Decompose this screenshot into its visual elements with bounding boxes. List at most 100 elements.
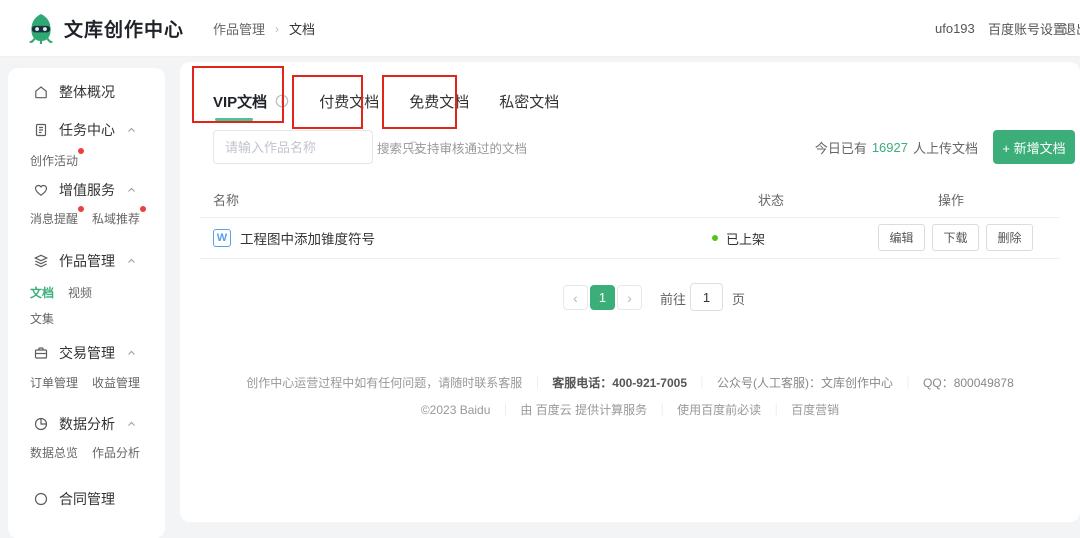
footer-wechat: 公众号(人工客服)：文库创作中心 (717, 376, 893, 390)
sidebar-label: 任务中心 (59, 120, 115, 140)
sidebar-item-task-center[interactable]: 任务中心 (8, 116, 165, 144)
chevron-up-icon[interactable] (126, 185, 137, 195)
sidebar-item-documents-active[interactable]: 文档 (30, 284, 54, 301)
sidebar-item-message-reminder[interactable]: 消息提醒 (30, 210, 78, 227)
chevron-up-icon[interactable] (126, 419, 137, 429)
new-document-button[interactable]: + 新增文档 (993, 130, 1075, 164)
footer-cloud-service: 由 百度云 提供计算服务 (520, 403, 647, 417)
logout-link[interactable]: 退出 (1063, 0, 1080, 57)
goto-page-suffix: 页 (732, 289, 745, 308)
word-doc-icon: W (213, 229, 231, 247)
status-dot-icon (712, 235, 718, 241)
sidebar-item-data-overview[interactable]: 数据总览 (30, 444, 78, 461)
sidebar-item-contract-management[interactable]: 合同管理 (8, 485, 165, 513)
footer-phone: 客服电话：400-921-7005 (552, 376, 687, 390)
sidebar-label: 交易管理 (59, 343, 115, 363)
footer-separator: ｜ (696, 376, 708, 390)
edit-button[interactable]: 编辑 (878, 224, 925, 251)
footer-support-line: 创作中心运营过程中如有任何问题，请随时联系客服 ｜ 客服电话：400-921-700… (180, 374, 1080, 391)
sidebar-item-works-analysis[interactable]: 作品分析 (92, 444, 140, 461)
search-hint-text: 搜索只支持审核通过的文档 (377, 130, 527, 164)
mascot-icon (27, 12, 55, 44)
goto-page-label: 前往 (660, 289, 686, 308)
annotation-box-free-tab (382, 75, 457, 129)
tab-private-documents[interactable]: 私密文档 (499, 91, 559, 112)
account-settings-link[interactable]: 百度账号设置 (988, 0, 1066, 57)
sidebar-item-private-domain[interactable]: 私域推荐 (92, 210, 140, 227)
sidebar-label: 合同管理 (59, 489, 115, 509)
sidebar-label: 数据分析 (59, 414, 115, 434)
sidebar-subgroup-works-2: 文集 (8, 306, 165, 330)
pagination: ‹ 1 › 前往 页 (180, 285, 1080, 311)
footer-separator: ｜ (656, 403, 668, 417)
sidebar-item-overview[interactable]: 整体概况 (8, 78, 165, 106)
sidebar-subgroup-task: 创作活动 (8, 148, 165, 172)
upload-stat-prefix: 今日已有 (815, 138, 867, 157)
app-title: 文库创作中心 (64, 15, 184, 42)
chevron-up-icon[interactable] (126, 125, 137, 135)
upload-count: 16927 (872, 140, 908, 155)
username[interactable]: ufo193 (935, 0, 975, 57)
chevron-up-icon[interactable] (126, 348, 137, 358)
next-page-button[interactable]: › (617, 285, 642, 310)
sidebar-item-works-management[interactable]: 作品管理 (8, 247, 165, 275)
breadcrumb: 作品管理 › 文档 (213, 0, 315, 57)
annotation-box-paid-tab (292, 75, 363, 129)
footer-copyright: ©2023 Baidu (421, 403, 491, 417)
table-divider (200, 258, 1060, 259)
new-badge-dot (140, 206, 146, 212)
delete-button[interactable]: 删除 (986, 224, 1033, 251)
sidebar-item-revenue-management[interactable]: 收益管理 (92, 374, 140, 391)
page-1-button[interactable]: 1 (590, 285, 615, 310)
footer-separator: ｜ (770, 403, 782, 417)
footer-separator: ｜ (531, 376, 543, 390)
sidebar-subgroup-transactions: 订单管理 收益管理 (8, 370, 165, 394)
sidebar-item-collections[interactable]: 文集 (30, 310, 54, 327)
breadcrumb-documents: 文档 (289, 19, 315, 38)
document-title-link[interactable]: 工程图中添加锥度符号 (240, 218, 375, 258)
top-header: 文库创作中心 作品管理 › 文档 ufo193 百度账号设置 退出 (0, 0, 1080, 57)
footer-copyright-line: ©2023 Baidu ｜ 由 百度云 提供计算服务 ｜ 使用百度前必读 ｜ 百度营销 (180, 401, 1080, 418)
sidebar-item-creation-activity[interactable]: 创作活动 (30, 152, 78, 169)
breadcrumb-works-management[interactable]: 作品管理 (213, 19, 265, 38)
upload-stat: 今日已有 16927 人上传文档 (815, 130, 978, 164)
download-button[interactable]: 下载 (932, 224, 979, 251)
sidebar-subgroup-analysis: 数据总览 作品分析 (8, 440, 165, 464)
prev-page-button[interactable]: ‹ (563, 285, 588, 310)
briefcase-icon (33, 345, 49, 361)
sidebar-subgroup-works: 文档 视频 (8, 280, 165, 304)
upload-stat-suffix: 人上传文档 (913, 138, 978, 157)
annotation-box-vip-tab (192, 66, 284, 123)
footer-separator: ｜ (499, 403, 511, 417)
contract-icon (33, 491, 49, 507)
home-icon (33, 84, 49, 100)
footer-marketing-link[interactable]: 百度营销 (791, 403, 839, 417)
app-logo[interactable]: 文库创作中心 (27, 12, 184, 44)
footer-separator: ｜ (902, 376, 914, 390)
column-header-status: 状态 (758, 190, 784, 209)
breadcrumb-separator-icon: › (275, 22, 279, 36)
sidebar-subgroup-services: 消息提醒 私域推荐 (8, 206, 165, 230)
sidebar: 整体概况 任务中心 创作活动 增值服务 消息提醒 私域推荐 (8, 68, 165, 538)
layers-icon (33, 253, 49, 269)
wenku-creation-center-page: { "colors": { "accent_green": "#3cae79",… (0, 0, 1080, 499)
sidebar-item-videos[interactable]: 视频 (68, 284, 92, 301)
sidebar-label: 整体概况 (59, 82, 115, 102)
main-content-panel: VIP文档 付费文档 免费文档 私密文档 搜索只支持审核通过的文档 今日已有 1… (180, 62, 1080, 522)
sidebar-item-transaction-management[interactable]: 交易管理 (8, 339, 165, 367)
footer-support-text: 创作中心运营过程中如有任何问题，请随时联系客服 (246, 376, 522, 390)
table-row: W 工程图中添加锥度符号 已上架 编辑 下载 删除 (180, 218, 1080, 258)
sidebar-item-value-added-services[interactable]: 增值服务 (8, 176, 165, 204)
status-badge: 已上架 (726, 229, 765, 248)
column-header-action: 操作 (938, 190, 964, 209)
task-icon (33, 122, 49, 138)
new-badge-dot (78, 206, 84, 212)
column-header-name: 名称 (213, 190, 239, 209)
heart-icon (33, 182, 49, 198)
sidebar-item-data-analysis[interactable]: 数据分析 (8, 410, 165, 438)
footer-must-read-link[interactable]: 使用百度前必读 (677, 403, 761, 417)
sidebar-label: 增值服务 (59, 180, 115, 200)
sidebar-item-order-management[interactable]: 订单管理 (30, 374, 78, 391)
chevron-up-icon[interactable] (126, 256, 137, 266)
goto-page-input[interactable] (690, 283, 723, 311)
